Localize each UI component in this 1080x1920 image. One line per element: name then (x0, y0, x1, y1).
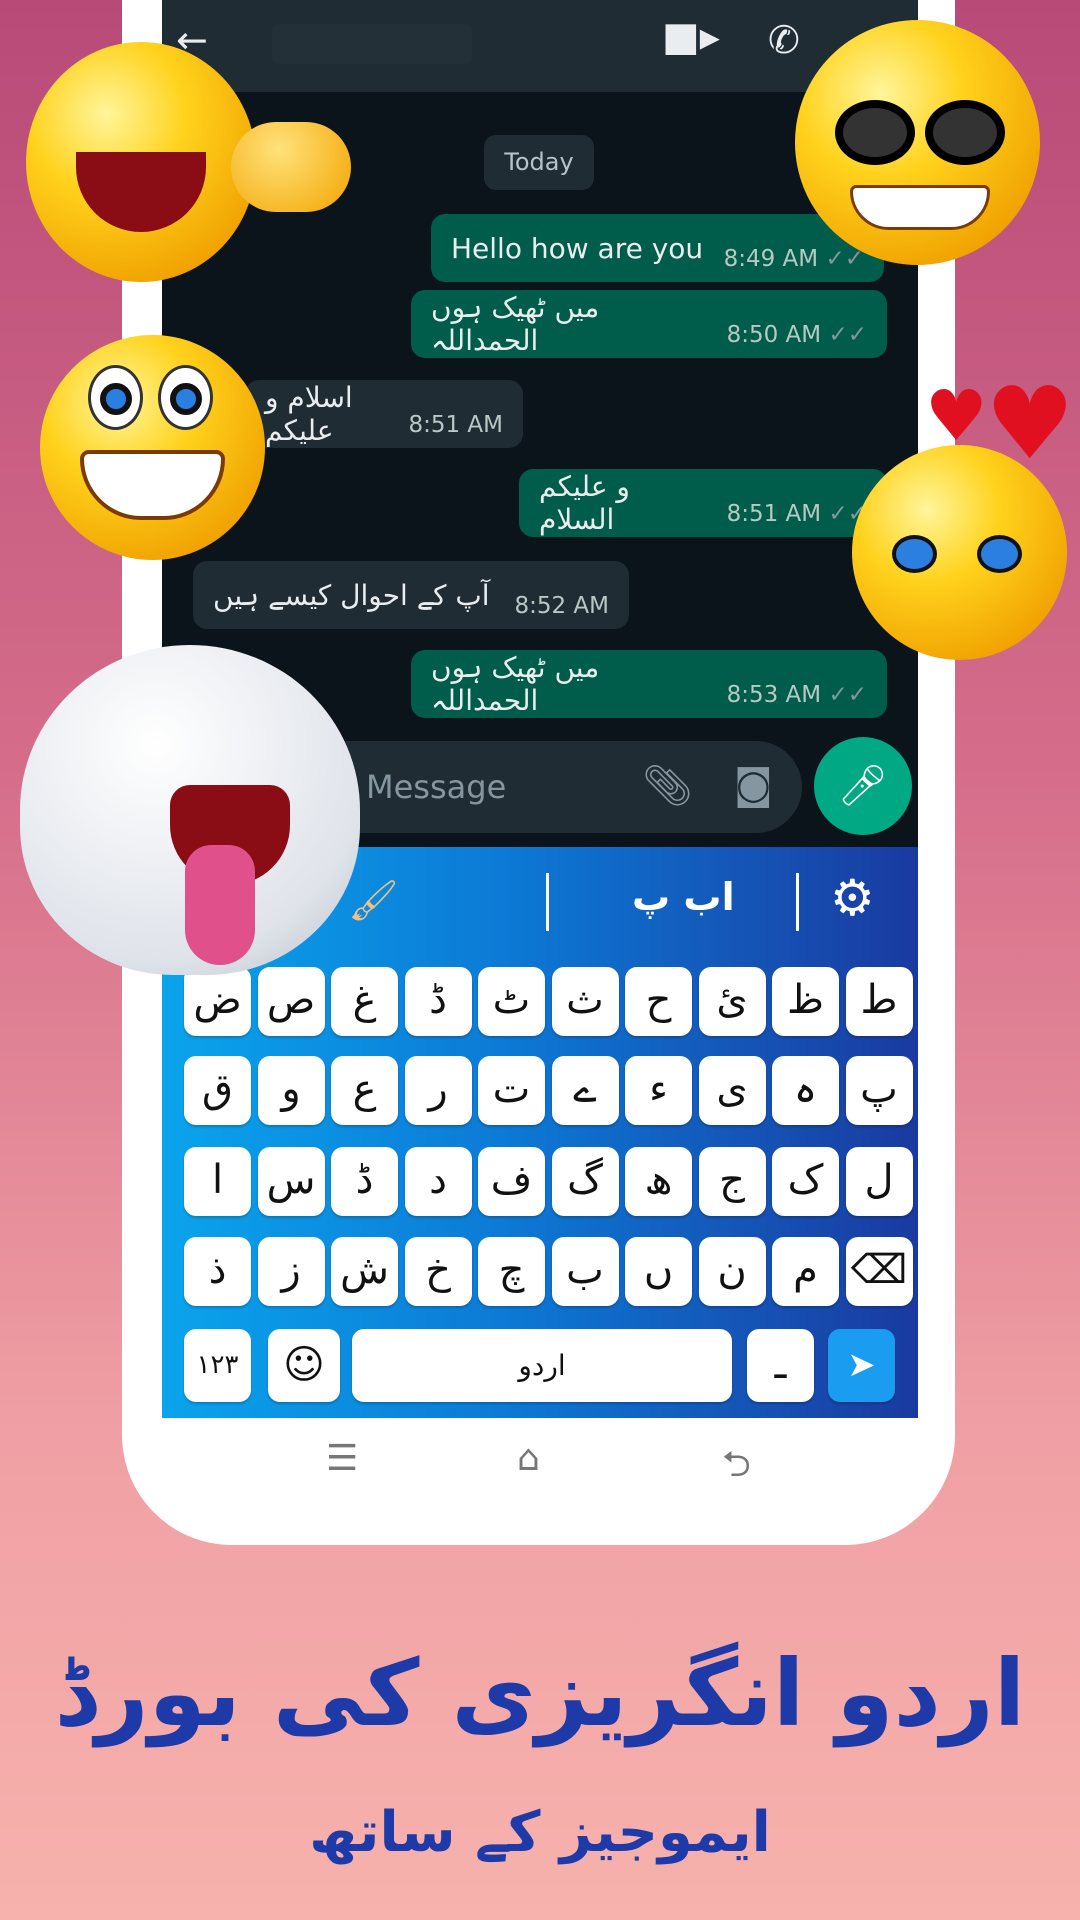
letter-key[interactable]: ز (257, 1237, 325, 1306)
letter-key[interactable]: ے (551, 1056, 619, 1125)
message-time: 8:49 AM (723, 246, 819, 272)
space-key[interactable]: اردو (352, 1329, 732, 1402)
letter-key[interactable]: ڈ (404, 967, 472, 1036)
letter-key[interactable]: ک (772, 1147, 839, 1216)
message-time: 8:53 AM (726, 682, 822, 708)
letter-key[interactable]: ط (845, 967, 913, 1036)
home-icon[interactable]: ⌂ (517, 1438, 540, 1479)
toolbar-divider (796, 873, 799, 931)
letter-key[interactable]: ض (184, 967, 251, 1036)
read-ticks: ✓✓ (828, 682, 867, 708)
message-text: آپ کے احوال کیسے ہیں (213, 578, 490, 612)
dash-key[interactable]: ـ (747, 1329, 814, 1402)
message-time: 8:52 AM (514, 593, 609, 619)
toolbar-divider (546, 873, 549, 931)
incoming-message[interactable]: اسلام و علیکم 8:51 AM (245, 380, 523, 448)
message-text: Hello how are you (451, 231, 704, 265)
send-icon: ➤ (847, 1345, 876, 1385)
hearts-icon: ♥ (925, 375, 988, 457)
paint-brush-icon[interactable]: 🖌︎ (348, 877, 399, 924)
message-text: میں ٹھیک ہوں الحمداللہ (431, 651, 600, 717)
letter-key[interactable]: ح (625, 967, 692, 1036)
sunglasses-emoji-sticker (795, 20, 1040, 265)
pointing-hand (231, 122, 351, 212)
phone-icon[interactable]: ✆ (768, 18, 800, 62)
laughing-emoji-sticker (26, 42, 351, 282)
letter-key[interactable]: ث (551, 967, 619, 1036)
back-icon[interactable]: ⮌ (722, 1438, 751, 1499)
incoming-message[interactable]: آپ کے احوال کیسے ہیں 8:52 AM (193, 561, 629, 629)
letter-key[interactable]: خ (404, 1237, 472, 1306)
letter-key[interactable]: و (257, 1056, 325, 1125)
letter-key[interactable]: ن (698, 1237, 766, 1306)
heart-icon: ♥ (985, 365, 1075, 482)
letter-key[interactable]: ص (257, 967, 325, 1036)
letter-key[interactable]: ش (331, 1237, 398, 1306)
letter-key[interactable]: ھ (625, 1147, 692, 1216)
camera-icon[interactable]: ◙ (734, 762, 773, 808)
promo-subtitle: ایموجیز کے ساتھ (309, 1800, 771, 1865)
microphone-button[interactable]: 🎤︎ (814, 737, 912, 835)
letter-key[interactable]: ئ (698, 967, 766, 1036)
letter-key[interactable]: ی (698, 1056, 766, 1125)
letter-key[interactable]: ٹ (478, 967, 545, 1036)
letter-key[interactable]: ڈ (331, 1147, 398, 1216)
letter-key[interactable]: س (257, 1147, 325, 1216)
chat-header: ← ■▸ ✆ ⋮ (162, 0, 918, 92)
menu-icon[interactable]: ☰ (326, 1438, 358, 1479)
message-time: 8:51 AM (726, 501, 822, 527)
letter-key[interactable]: ف (478, 1147, 545, 1216)
letter-key[interactable]: ع (331, 1056, 398, 1125)
letter-key[interactable]: د (404, 1147, 472, 1216)
letter-key[interactable]: ق (184, 1056, 251, 1125)
message-time: 8:51 AM (408, 412, 503, 438)
message-text: و علیکم السلام (539, 470, 630, 536)
outgoing-message[interactable]: Hello how are you 8:49 AM ✓✓ (431, 214, 884, 282)
message-time: 8:50 AM (726, 322, 822, 348)
letter-key[interactable]: ں (625, 1237, 692, 1306)
letter-key[interactable]: ب (551, 1237, 619, 1306)
contact-name-blurred[interactable] (272, 24, 472, 64)
send-key[interactable]: ➤ (828, 1329, 895, 1402)
paperclip-icon[interactable]: 📎︎ (642, 762, 693, 809)
outgoing-message[interactable]: و علیکم السلام 8:51 AM ✓✓ (519, 469, 887, 537)
outgoing-message[interactable]: میں ٹھیک ہوں الحمداللہ 8:50 AM ✓✓ (411, 290, 887, 358)
letter-key[interactable]: چ (478, 1237, 545, 1306)
letter-key[interactable]: ل (845, 1147, 913, 1216)
backspace-key[interactable]: ⌫ (845, 1237, 913, 1306)
letter-key[interactable]: ا (184, 1147, 251, 1216)
message-text: اسلام و علیکم (265, 381, 353, 447)
outgoing-message[interactable]: میں ٹھیک ہوں الحمداللہ 8:53 AM ✓✓ (411, 650, 887, 718)
letter-key[interactable]: ر (404, 1056, 472, 1125)
date-divider: Today (484, 135, 594, 190)
letter-key[interactable]: ظ (772, 967, 839, 1036)
grinning-emoji-sticker (40, 335, 265, 560)
letter-key[interactable]: ذ (184, 1237, 251, 1306)
read-ticks: ✓✓ (828, 322, 867, 348)
video-camera-icon[interactable]: ■▸ (662, 14, 720, 60)
letter-key[interactable]: م (772, 1237, 839, 1306)
letter-key[interactable]: غ (331, 967, 398, 1036)
gear-icon[interactable]: ⚙ (830, 869, 875, 927)
ghost-sticker (20, 645, 360, 975)
letter-key[interactable]: ج (698, 1147, 766, 1216)
letter-key[interactable]: پ (845, 1056, 913, 1125)
navigation-bar: ☰ ⌂ ⮌ (162, 1418, 918, 1498)
layout-switch[interactable]: اب پ (632, 875, 735, 919)
letter-key[interactable]: ہ (772, 1056, 839, 1125)
letter-key[interactable]: گ (551, 1147, 619, 1216)
numbers-key[interactable]: ١٢٣ (184, 1329, 251, 1402)
message-text: میں ٹھیک ہوں الحمداللہ (431, 291, 600, 357)
microphone-icon: 🎤︎ (837, 763, 889, 809)
emoji-key[interactable]: ☺ (268, 1329, 340, 1402)
letter-key[interactable]: ت (478, 1056, 545, 1125)
promo-title: اردو انگریزی کی بورڈ (54, 1640, 1026, 1747)
smiley-icon: ☺ (283, 1342, 325, 1388)
letter-key[interactable]: ء (625, 1056, 692, 1125)
